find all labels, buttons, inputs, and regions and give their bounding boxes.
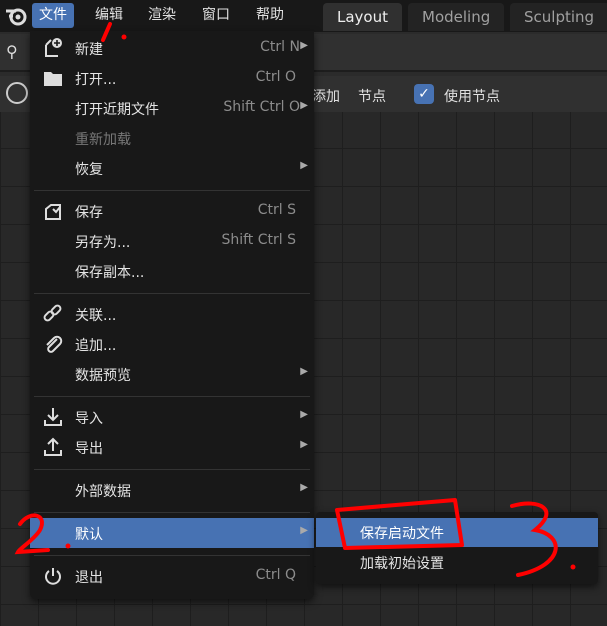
menu-file[interactable]: 文件	[32, 3, 74, 28]
tab-sculpting[interactable]: Sculpting	[510, 3, 607, 31]
export-icon	[42, 436, 64, 458]
submenu-arrow-icon: ▶	[300, 160, 308, 171]
menu-item-label: 重新加载	[75, 132, 131, 148]
header-menu-node[interactable]: 节点	[358, 86, 386, 106]
menu-item[interactable]: 外部数据 ▶	[30, 475, 314, 505]
menu-item-label: 加载初始设置	[360, 556, 444, 572]
submenu-arrow-icon: ▶	[300, 482, 308, 493]
menu-item-label: 恢复	[75, 162, 103, 178]
menu-item[interactable]: 关联...	[30, 299, 314, 329]
paperclip-icon	[42, 333, 64, 355]
menu-item[interactable]: 另存为... Shift Ctrl S	[30, 226, 314, 256]
submenu-arrow-icon: ▶	[300, 366, 308, 377]
menu-window[interactable]: 窗口	[195, 3, 237, 28]
new-file-icon	[42, 37, 64, 59]
menu-item[interactable]: 默认 ▶	[30, 518, 314, 548]
menu-item[interactable]: 数据预览 ▶	[30, 359, 314, 389]
power-icon	[42, 565, 64, 587]
menu-item-label: 保存副本...	[75, 265, 145, 281]
submenu-arrow-icon: ▶	[300, 409, 308, 420]
menu-help[interactable]: 帮助	[249, 3, 291, 28]
menu-item-label: 关联...	[75, 308, 117, 324]
menu-item-label: 外部数据	[75, 484, 131, 500]
tab-modeling[interactable]: Modeling	[408, 3, 505, 31]
menu-item-label: 另存为...	[75, 235, 131, 251]
menu-separator	[34, 512, 310, 513]
menu-item-label: 打开近期文件	[75, 102, 159, 118]
save-icon	[42, 200, 64, 222]
menu-item[interactable]: 恢复 ▶	[30, 153, 314, 183]
menu-item-label: 保存	[75, 205, 103, 221]
import-icon	[42, 406, 64, 428]
submenu-arrow-icon: ▶	[300, 525, 308, 536]
menu-item[interactable]: 保存 Ctrl S	[30, 196, 314, 226]
menu-item-label: 退出	[75, 570, 103, 586]
menu-item-label: 导入	[75, 411, 103, 427]
use-nodes-checkbox[interactable]: ✓	[414, 84, 434, 104]
blender-logo-icon[interactable]	[4, 5, 28, 27]
menu-item-label: 导出	[75, 441, 103, 457]
shader-type-icon[interactable]	[6, 82, 28, 104]
menu-item-shortcut: Ctrl N	[260, 39, 300, 55]
menu-render[interactable]: 渲染	[141, 3, 183, 28]
menu-item[interactable]: 退出 Ctrl Q	[30, 561, 314, 591]
menu-item-label: 追加...	[75, 338, 117, 354]
tab-layout[interactable]: Layout	[323, 3, 402, 31]
menu-separator	[34, 293, 310, 294]
menu-item[interactable]: 打开... Ctrl O	[30, 63, 314, 93]
menu-item-label: 新建	[75, 42, 103, 58]
menu-separator	[34, 396, 310, 397]
submenu-arrow-icon: ▶	[300, 40, 308, 51]
menu-item[interactable]: 新建 Ctrl N ▶	[30, 33, 314, 63]
menu-separator	[34, 555, 310, 556]
menu-item[interactable]: 打开近期文件 Shift Ctrl O ▶	[30, 93, 314, 123]
menu-item[interactable]: 追加...	[30, 329, 314, 359]
use-nodes-label: 使用节点	[444, 89, 500, 105]
menu-item-shortcut: Ctrl S	[257, 202, 296, 218]
submenu-arrow-icon: ▶	[300, 439, 308, 450]
link-icon	[42, 303, 64, 325]
menu-item[interactable]: 保存副本...	[30, 256, 314, 286]
editor-type-icon[interactable]: ⚲	[6, 42, 28, 64]
header-menu-add[interactable]: 添加	[312, 86, 340, 106]
top-bar: 文件 编辑 渲染 窗口 帮助 Layout Modeling Sculpting	[0, 0, 607, 32]
menu-edit[interactable]: 编辑	[88, 3, 130, 28]
menu-item-label: 数据预览	[75, 368, 131, 384]
menu-item: 重新加载	[30, 123, 314, 153]
menu-item[interactable]: 导出 ▶	[30, 432, 314, 462]
file-menu: 新建 Ctrl N ▶ 打开... Ctrl O 打开近期文件 Shift Ctrl O ▶ 重…	[30, 31, 314, 599]
menu-item-shortcut: Ctrl Q	[255, 567, 296, 583]
menu-separator	[34, 190, 310, 191]
menu-separator	[34, 469, 310, 470]
menu-item-label: 保存启动文件	[360, 526, 444, 542]
menu-item-load-factory-settings[interactable]: 加载初始设置	[316, 548, 598, 577]
menu-item-shortcut: Shift Ctrl S	[221, 232, 296, 248]
menu-item[interactable]: 导入 ▶	[30, 402, 314, 432]
menu-item-label: 打开...	[75, 72, 117, 88]
submenu-arrow-icon: ▶	[300, 100, 308, 111]
menu-item-shortcut: Shift Ctrl O	[223, 99, 300, 115]
folder-icon	[42, 67, 64, 89]
menu-item-label: 默认	[75, 527, 103, 543]
defaults-submenu: 保存启动文件 加载初始设置	[316, 512, 598, 584]
menu-item-save-startup-file[interactable]: 保存启动文件	[316, 518, 598, 547]
menu-item-shortcut: Ctrl O	[255, 69, 296, 85]
